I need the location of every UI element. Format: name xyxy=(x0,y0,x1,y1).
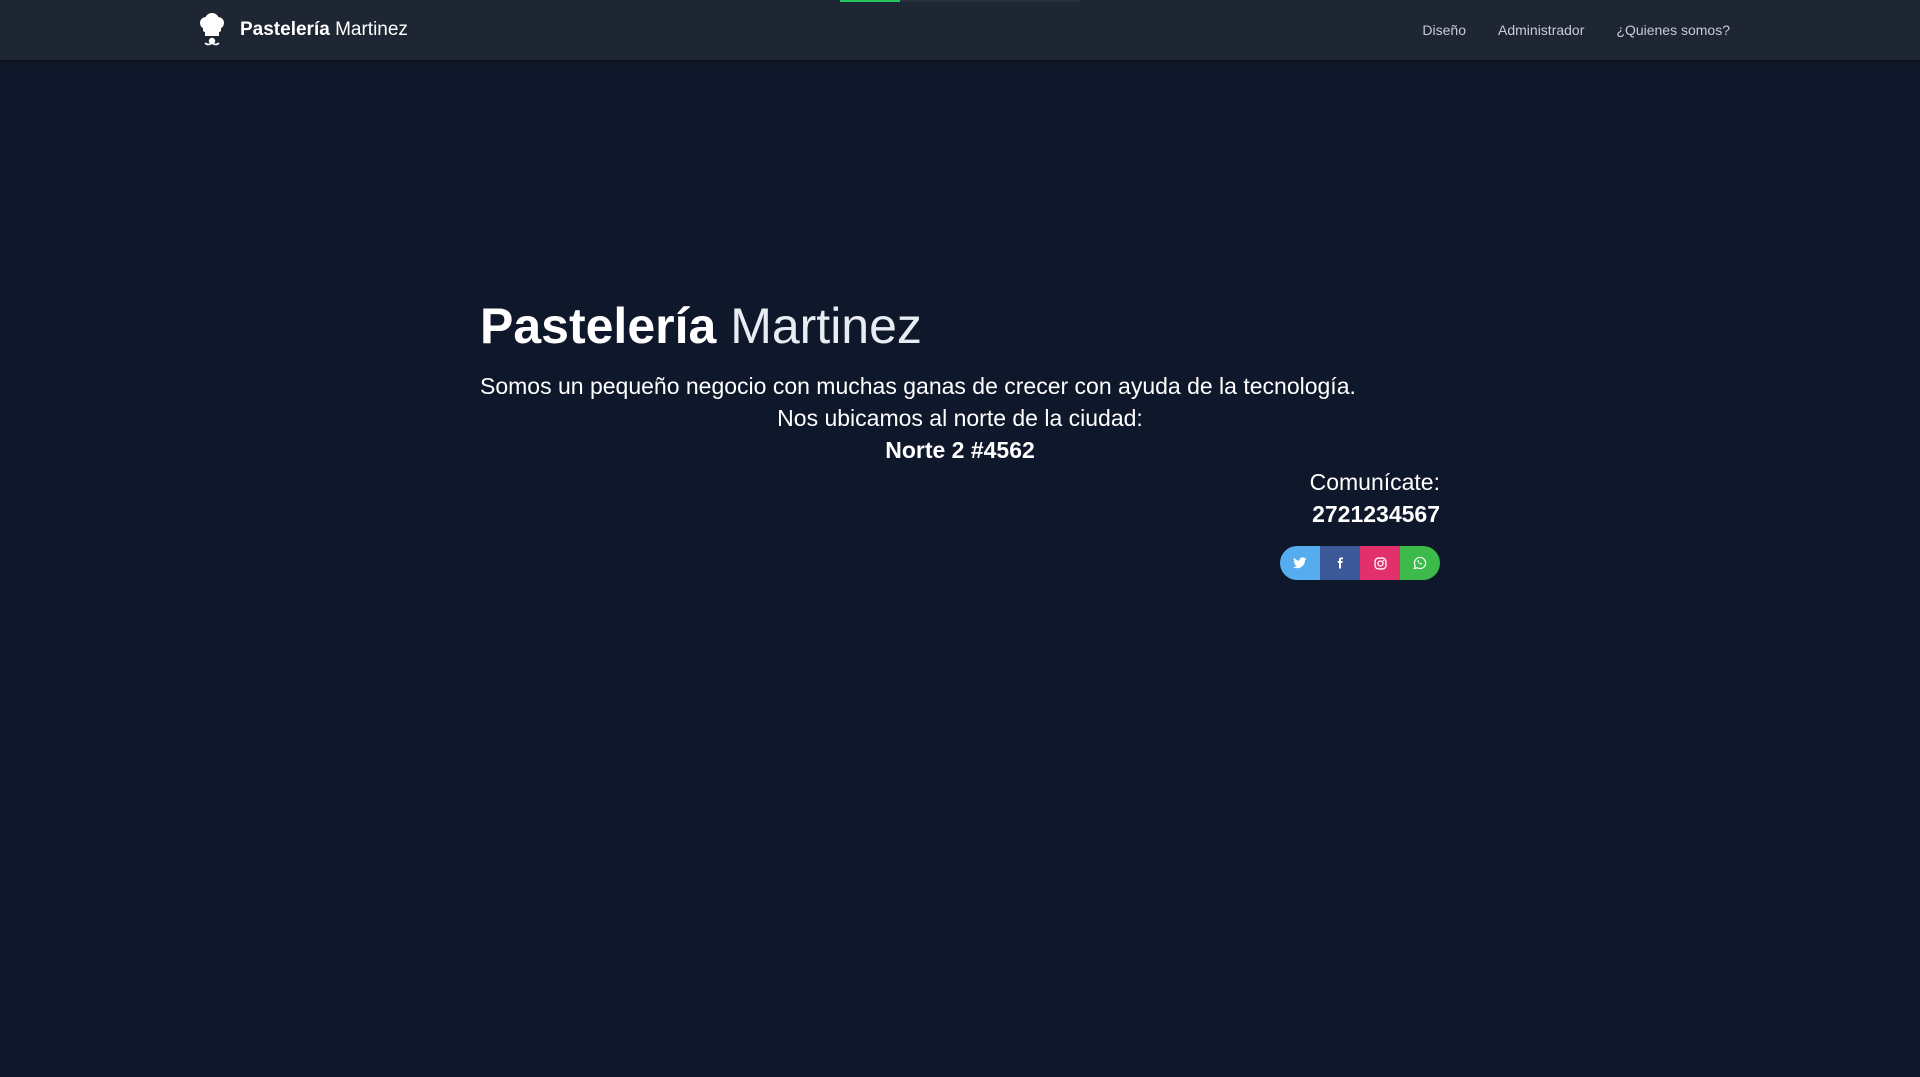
twitter-icon xyxy=(1293,557,1307,569)
hero-title-light: Martinez xyxy=(730,298,922,354)
brand-name-light: Martinez xyxy=(335,19,408,40)
nav-link-administrador[interactable]: Administrador xyxy=(1498,22,1584,38)
instagram-icon xyxy=(1373,556,1387,570)
navbar: Pastelería Martinez Diseño Administrador… xyxy=(0,0,1920,60)
brand-name-bold: Pastelería xyxy=(240,19,330,40)
address: Norte 2 #4562 xyxy=(885,437,1035,463)
brand-link[interactable]: Pastelería Martinez xyxy=(194,12,408,48)
hero-description: Somos un pequeño negocio con muchas gana… xyxy=(480,373,1356,399)
twitter-button[interactable] xyxy=(1280,546,1320,580)
page-load-progress-bar xyxy=(840,0,1080,2)
hero-section: Pastelería Martinez Somos un pequeño neg… xyxy=(480,290,1440,580)
chef-hat-icon xyxy=(200,13,224,46)
facebook-button[interactable] xyxy=(1320,546,1360,580)
phone-number: 2721234567 xyxy=(1312,501,1440,527)
whatsapp-button[interactable] xyxy=(1400,546,1440,580)
hero-title-bold: Pastelería xyxy=(480,298,717,354)
social-buttons xyxy=(1280,546,1440,580)
nav-link-diseno[interactable]: Diseño xyxy=(1422,22,1466,38)
location-intro: Nos ubicamos al norte de la ciudad: xyxy=(777,405,1143,431)
brand-name: Pastelería Martinez xyxy=(240,19,408,41)
whatsapp-icon xyxy=(1413,556,1427,570)
hero-title: Pastelería Martinez xyxy=(480,290,1440,362)
contact-label: Comunícate: xyxy=(1309,469,1440,495)
instagram-button[interactable] xyxy=(1360,546,1400,580)
nav-links: Diseño Administrador ¿Quienes somos? xyxy=(1390,0,1730,60)
page-load-progress-fill xyxy=(840,0,900,2)
nav-link-quienes-somos[interactable]: ¿Quienes somos? xyxy=(1616,22,1730,38)
facebook-icon xyxy=(1337,557,1343,569)
